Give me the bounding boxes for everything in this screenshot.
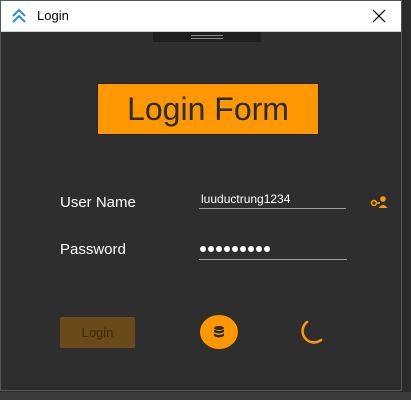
drag-handle-line (191, 35, 223, 36)
password-underline (199, 259, 347, 260)
password-dot (240, 246, 246, 252)
background-ide-bottom (0, 392, 411, 400)
password-input[interactable] (200, 240, 270, 258)
login-button[interactable]: Login (60, 317, 135, 348)
password-dot (216, 246, 222, 252)
login-window: Login Login Form User Name Password Logi… (0, 0, 402, 391)
username-label: User Name (60, 194, 136, 211)
form-header: Login Form (97, 83, 319, 135)
drag-handle[interactable] (153, 32, 261, 42)
title-bar[interactable]: Login (1, 1, 401, 32)
password-dot (200, 246, 206, 252)
window-title: Login (37, 8, 69, 23)
loading-spinner-icon (301, 320, 323, 344)
close-button[interactable] (357, 1, 401, 31)
database-button[interactable] (200, 315, 238, 349)
background-ide-right (403, 0, 411, 400)
username-input[interactable] (199, 189, 346, 209)
password-dot (256, 246, 262, 252)
password-label: Password (60, 241, 126, 258)
form-title: Login Form (127, 90, 289, 127)
chevrons-up-icon (12, 8, 26, 23)
password-dot (248, 246, 254, 252)
drag-handle-line (191, 38, 223, 39)
password-dot (232, 246, 238, 252)
close-icon (372, 9, 386, 23)
password-dot (264, 246, 270, 252)
password-dot (208, 246, 214, 252)
database-icon (214, 326, 224, 338)
account-key-icon[interactable] (370, 195, 388, 209)
password-dot (224, 246, 230, 252)
